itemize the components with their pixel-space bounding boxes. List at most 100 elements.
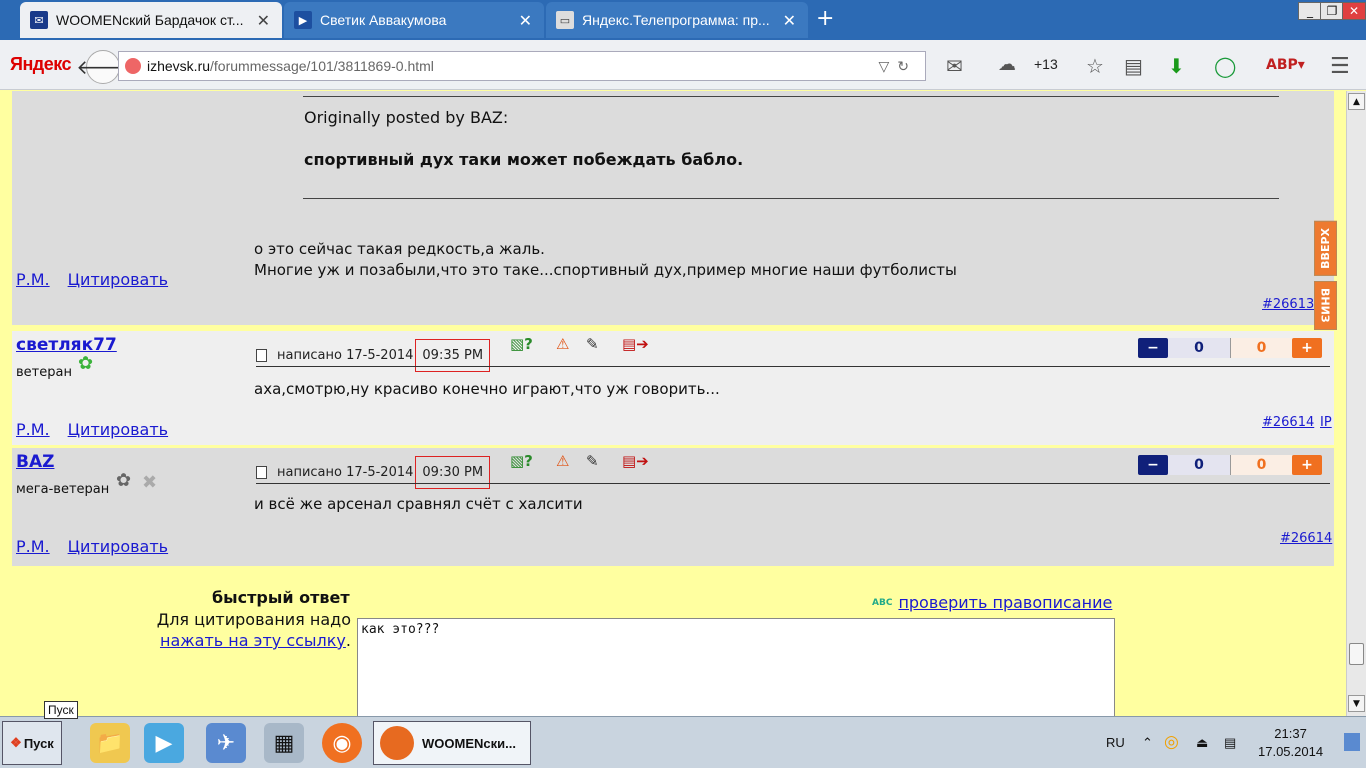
post-actions: Р.М. Цитировать <box>16 537 186 556</box>
adblock-icon[interactable]: ABP▾ <box>1266 57 1305 73</box>
pm-link[interactable]: Р.М. <box>16 537 50 556</box>
rate-minus-button[interactable]: − <box>1138 455 1168 475</box>
menu-icon[interactable]: ☰ <box>1330 54 1350 79</box>
calculator-icon[interactable]: ▦ <box>264 723 304 763</box>
usb-device-icon[interactable]: ⏏ <box>1196 735 1208 751</box>
network-icon[interactable]: ▤ <box>1224 735 1236 751</box>
clock[interactable]: 21:37 17.05.2014 <box>1258 725 1323 761</box>
close-icon[interactable]: ✕ <box>519 11 532 31</box>
close-window-button[interactable]: ✕ <box>1342 2 1366 20</box>
rating-positive: 0 <box>1230 338 1292 358</box>
windows-logo-icon: ❖ <box>10 735 22 750</box>
url-path: /forummessage/101/3811869-0.html <box>210 58 434 74</box>
post-id-link[interactable]: #26614 <box>1280 531 1332 546</box>
rate-plus-button[interactable]: + <box>1292 455 1322 475</box>
forward-icon[interactable]: ▤➔ <box>622 335 649 353</box>
forum-post: BAZ мега-ветеран ✿ ✖ написано 17-5-2014 … <box>12 448 1334 566</box>
media-player-icon[interactable]: ▶ <box>144 723 184 763</box>
post-id-link[interactable]: #26613 <box>1262 297 1314 312</box>
rating-positive: 0 <box>1230 455 1292 475</box>
forum-post-quoted: Originally posted by BAZ: спортивный дух… <box>12 91 1334 325</box>
clipboard-icon[interactable]: ▤ <box>1124 54 1143 78</box>
edit-icon[interactable]: ✎ <box>586 335 599 353</box>
post-text-line: Многие уж и позабыли,что это таке...спор… <box>254 261 957 279</box>
author-link[interactable]: светляк77 <box>16 335 117 355</box>
explorer-icon[interactable]: 📁 <box>90 723 130 763</box>
quote-bottom-rule <box>303 198 1279 199</box>
page-scrollbar[interactable]: ▲ ▼ <box>1346 91 1366 716</box>
quote-text: спортивный дух таки может побеждать бабл… <box>304 150 744 169</box>
star-bookmark-icon[interactable]: ☆ <box>1086 54 1104 78</box>
tab-title: Светик Аввакумова <box>320 12 447 28</box>
scroll-down-button[interactable]: ВНИЗ <box>1310 281 1340 330</box>
post-meta: написано 17-5-2014 09:35 PM <box>256 339 491 372</box>
spellcheck-icon: ABC <box>872 597 893 608</box>
tray-app-icon[interactable]: ◎ <box>1164 732 1179 752</box>
tab-woomen[interactable]: ✉ WOOMENский Бардачок ст... ✕ <box>20 2 282 38</box>
pm-link[interactable]: Р.М. <box>16 420 50 439</box>
addon-ring-icon[interactable]: ◯ <box>1214 54 1236 78</box>
post-id-link[interactable]: #26614 <box>1262 415 1314 430</box>
post-meta: написано 17-5-2014 09:30 PM <box>256 456 491 489</box>
post-text: и всё же арсенал сравнял счёт с халсити <box>254 495 583 513</box>
author-link[interactable]: BAZ <box>16 452 54 472</box>
document-icon <box>256 466 267 479</box>
hint-text: Для цитирования надо <box>156 610 351 629</box>
close-icon[interactable]: ✕ <box>257 11 270 31</box>
tab-title: Яндекс.Телепрограмма: пр... <box>582 12 770 28</box>
scroll-thumb[interactable] <box>1349 643 1364 665</box>
remote-assistant-icon[interactable]: ✈ <box>206 723 246 763</box>
rate-minus-button[interactable]: − <box>1138 338 1168 358</box>
question-icon[interactable]: ▧? <box>510 452 533 470</box>
scroll-up-button[interactable]: ВВЕРХ <box>1310 221 1340 276</box>
download-icon[interactable]: ⬇ <box>1168 54 1185 78</box>
reply-textarea[interactable]: как это??? <box>357 618 1115 716</box>
rate-plus-button[interactable]: + <box>1292 338 1322 358</box>
rating-negative: 0 <box>1168 338 1230 358</box>
browser-titlebar: ✉ WOOMENский Бардачок ст... ✕ ▶ Светик А… <box>0 0 1366 40</box>
tray-expand-icon[interactable]: ⌃ <box>1142 735 1153 751</box>
address-bar[interactable]: izhevsk.ru/forummessage/101/3811869-0.ht… <box>118 51 926 81</box>
browser-toolbar: Яндекс 🡐 izhevsk.ru/forummessage/101/381… <box>0 40 1366 90</box>
language-indicator[interactable]: RU <box>1106 735 1125 750</box>
ip-link[interactable]: IP <box>1320 415 1332 430</box>
windows-taskbar: ❖ Пуск 📁 ▶ ✈ ▦ ◉ WOOMENски... RU ⌃ ◎ ⏏ ▤… <box>0 716 1366 768</box>
minimize-button[interactable]: _ <box>1298 2 1322 20</box>
spellcheck-link[interactable]: проверить правописание <box>898 593 1112 612</box>
new-tab-button[interactable]: + <box>816 6 834 31</box>
taskbar-window-woomen[interactable]: WOOMENски... <box>373 721 531 765</box>
yandex-logo[interactable]: Яндекс <box>10 54 72 75</box>
rating-widget: − 0 0 + <box>1138 454 1322 476</box>
pm-link[interactable]: Р.М. <box>16 270 50 289</box>
reload-icon[interactable]: ▽↻ <box>879 58 918 75</box>
forward-icon[interactable]: ▤➔ <box>622 452 649 470</box>
document-icon <box>256 349 267 362</box>
flower-icon: ✿ <box>116 470 132 491</box>
restore-button[interactable]: ❐ <box>1320 2 1344 20</box>
close-icon[interactable]: ✕ <box>783 11 796 31</box>
edit-icon[interactable]: ✎ <box>586 452 599 470</box>
post-text-line: о это сейчас такая редкость,а жаль. <box>254 240 545 258</box>
firefox-icon[interactable]: ◉ <box>322 723 362 763</box>
warning-icon[interactable]: ⚠ <box>556 335 569 353</box>
start-button[interactable]: ❖ Пуск <box>2 721 62 765</box>
question-icon[interactable]: ▧? <box>510 335 533 353</box>
forum-post: светляк77 ветеран ✿ написано 17-5-2014 0… <box>12 331 1334 445</box>
warning-icon[interactable]: ⚠ <box>556 452 569 470</box>
weather-temp[interactable]: +13 <box>1034 56 1058 72</box>
mail-icon[interactable]: ✉ <box>946 54 963 78</box>
forum-favicon-icon: ✉ <box>30 11 48 29</box>
back-button[interactable]: 🡐 <box>76 50 130 84</box>
quote-link[interactable]: Цитировать <box>68 270 168 289</box>
show-desktop-button[interactable] <box>1344 733 1360 751</box>
quote-link[interactable]: Цитировать <box>68 420 168 439</box>
tab-svetik[interactable]: ▶ Светик Аввакумова ✕ <box>284 2 544 38</box>
tab-tv[interactable]: ▭ Яндекс.Телепрограмма: пр... ✕ <box>546 2 808 38</box>
post-text: аха,смотрю,ну красиво конечно играют,что… <box>254 380 720 398</box>
scroll-up-arrow-icon[interactable]: ▲ <box>1348 93 1365 110</box>
scroll-down-arrow-icon[interactable]: ▼ <box>1348 695 1365 712</box>
hint-tail: . <box>345 631 351 650</box>
quote-link[interactable]: Цитировать <box>68 537 168 556</box>
quote-help-link[interactable]: нажать на эту ссылку <box>160 631 346 650</box>
tv-favicon-icon: ▭ <box>556 11 574 29</box>
